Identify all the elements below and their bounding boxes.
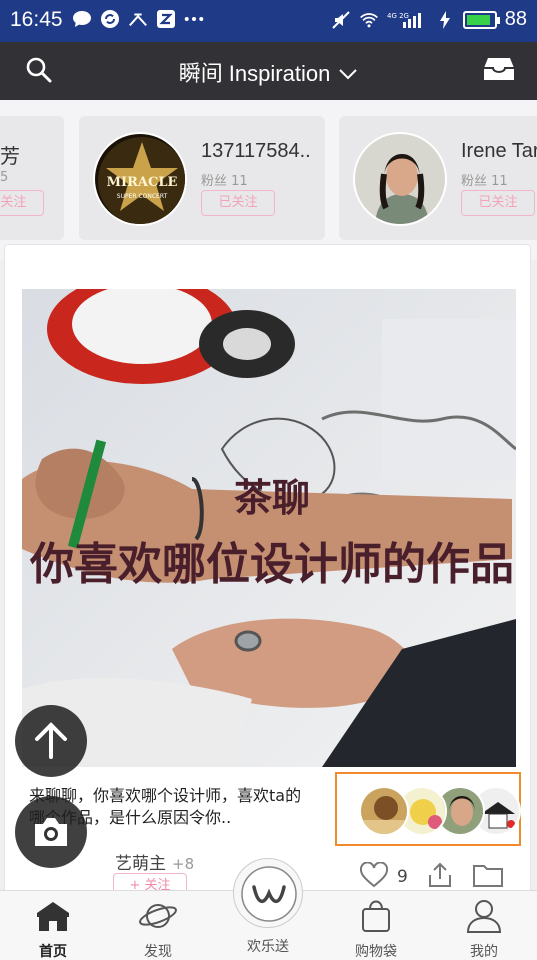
following-button[interactable]: 已关注	[201, 190, 275, 216]
tab-shopping-bag[interactable]: 购物袋	[331, 899, 421, 960]
tab-me[interactable]: 我的	[439, 899, 529, 960]
post-image[interactable]: 茶聊 你喜欢哪位设计师的作品	[22, 289, 516, 767]
status-notification-icons	[72, 9, 204, 29]
post-author[interactable]: 艺萌主 +8	[115, 849, 194, 874]
user-name: 137117584..	[201, 140, 311, 162]
user-card[interactable]: MIRACLE SUPER CONCERT 137117584.. 粉丝 11 …	[79, 116, 325, 240]
likers-avatars[interactable]	[335, 772, 521, 846]
share-icon[interactable]	[426, 861, 454, 893]
heart-icon[interactable]	[359, 861, 389, 892]
tab-me-label: 我的	[470, 944, 498, 960]
following-button[interactable]: 已关注	[461, 190, 535, 216]
likes-count: 9	[397, 867, 408, 887]
user-card[interactable]: 芳 5 已关注	[0, 116, 64, 240]
tab-shopping-bag-label: 购物袋	[355, 944, 397, 960]
user-name: Irene Tar	[461, 140, 537, 162]
person-icon	[466, 900, 502, 933]
image-title-line2: 你喜欢哪位设计师的作品	[29, 539, 514, 590]
shopping-bag-icon	[362, 900, 390, 932]
app-header: 瞬间 Inspiration	[0, 42, 537, 100]
page-title: 瞬间 Inspiration	[178, 61, 331, 86]
camera-icon	[35, 818, 67, 846]
status-time: 16:45	[10, 8, 63, 31]
tab-discover-label: 发现	[144, 944, 172, 960]
battery-percent: 88	[504, 8, 527, 30]
charging-icon	[435, 10, 455, 30]
user-card[interactable]: Irene Tar 粉丝 11 已关注	[339, 116, 537, 240]
network-label: 4G 2G	[387, 12, 409, 20]
svg-text:MIRACLE: MIRACLE	[107, 175, 178, 190]
inbox-icon[interactable]	[483, 54, 515, 88]
recommended-users[interactable]: 芳 5 已关注 MIRACLE SUPER CONCERT 137117584.…	[0, 100, 537, 260]
image-title-line1: 茶聊	[234, 476, 310, 520]
liker-avatar[interactable]	[359, 786, 409, 836]
post-actions: 9	[359, 861, 504, 893]
svg-text:SUPER CONCERT: SUPER CONCERT	[117, 193, 168, 200]
author-name[interactable]: 艺萌主	[115, 854, 166, 874]
user-name: 芳	[0, 146, 20, 168]
home-icon	[37, 902, 69, 931]
user-fans: 粉丝 11	[201, 174, 248, 189]
feed-selector[interactable]: 瞬间 Inspiration	[0, 56, 537, 88]
w-logo-icon	[241, 866, 297, 922]
tab-home-label: 首页	[39, 944, 67, 960]
arrow-up-icon	[35, 722, 67, 759]
tab-discover[interactable]: 发现	[113, 899, 203, 960]
z-app-icon	[156, 9, 176, 29]
chevron-down-icon	[338, 61, 358, 87]
planet-icon	[139, 904, 177, 928]
status-bar: 16:45 4G 2G 88	[0, 0, 537, 42]
author-extra: +8	[172, 855, 195, 873]
status-right: 4G 2G 88	[331, 8, 527, 31]
avatar[interactable]: MIRACLE SUPER CONCERT	[93, 132, 187, 226]
collect-folder-icon[interactable]	[472, 862, 504, 892]
sync-app-icon	[100, 9, 120, 29]
center-action-button[interactable]	[233, 858, 303, 928]
mute-icon	[331, 10, 351, 30]
more-notifications-icon	[184, 9, 204, 29]
center-action-label: 欢乐送	[247, 939, 289, 955]
tab-home[interactable]: 首页	[8, 899, 98, 960]
battery-icon	[462, 10, 500, 29]
signal-icon: 4G 2G	[387, 10, 427, 30]
scroll-to-top-button[interactable]	[15, 705, 87, 777]
wifi-icon	[359, 10, 379, 30]
user-fans: 5	[0, 170, 9, 185]
user-fans: 粉丝 11	[461, 174, 508, 189]
following-button[interactable]: 已关注	[0, 190, 44, 216]
avatar[interactable]	[353, 132, 447, 226]
chat-bubble-icon	[72, 9, 92, 29]
camera-button[interactable]	[15, 796, 87, 868]
battery-fill	[466, 14, 490, 25]
person-app-icon	[128, 9, 148, 29]
